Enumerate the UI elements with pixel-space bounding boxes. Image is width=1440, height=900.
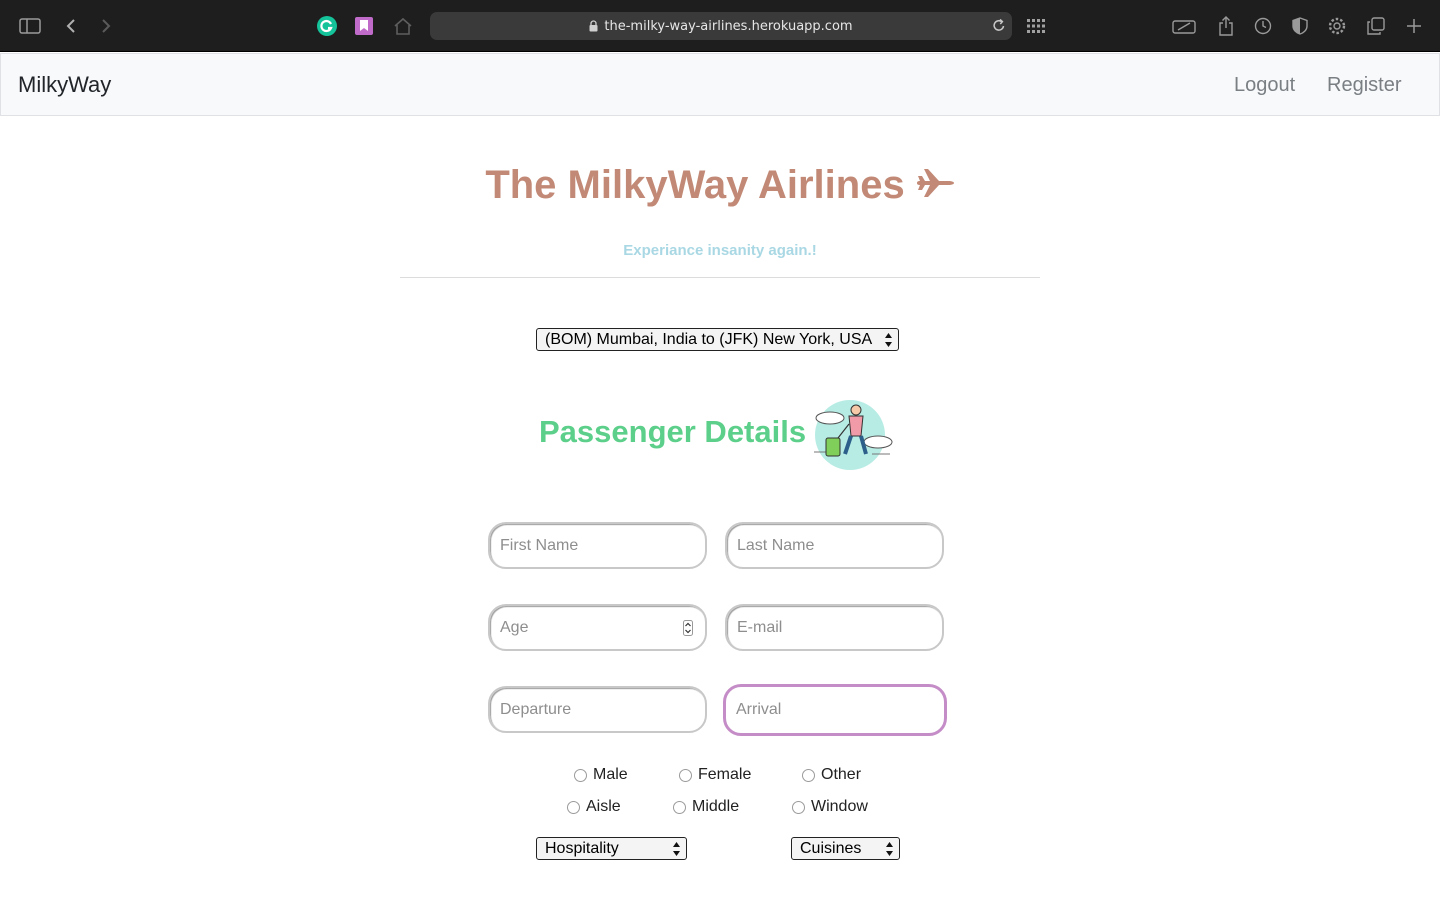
reload-icon[interactable]	[992, 18, 1006, 33]
first-name-input[interactable]: First Name	[488, 522, 707, 569]
register-link[interactable]: Register	[1327, 74, 1401, 97]
new-tab-icon[interactable]	[1402, 14, 1426, 38]
history-icon[interactable]	[1251, 14, 1275, 38]
gender-female-radio[interactable]: Female	[679, 766, 751, 784]
last-name-input[interactable]: Last Name	[725, 522, 944, 569]
lock-icon	[589, 20, 598, 32]
email-input[interactable]: E-mail	[725, 604, 944, 651]
site-navbar: MilkyWay Logout Register	[0, 53, 1440, 116]
arrival-input[interactable]: Arrival	[723, 684, 947, 736]
brand-logo[interactable]: MilkyWay	[18, 72, 111, 98]
passenger-details-heading: Passenger Details	[539, 414, 807, 449]
radio-circle	[673, 800, 686, 814]
radio-circle	[802, 768, 815, 782]
hospitality-select[interactable]: Hospitality	[536, 837, 687, 860]
address-bar[interactable]: the-milky-way-airlines.herokuapp.com	[430, 12, 1012, 40]
radio-circle	[679, 768, 692, 782]
age-placeholder: Age	[500, 618, 529, 636]
cuisines-select-value: Cuisines	[800, 839, 862, 857]
page-title-text: The MilkyWay Airlines	[485, 163, 905, 207]
radio-circle	[574, 768, 587, 782]
share-icon[interactable]	[1214, 14, 1238, 38]
seat-aisle-radio[interactable]: Aisle	[567, 798, 621, 816]
radio-circle	[792, 800, 805, 814]
select-arrows-icon	[885, 841, 894, 862]
departure-input[interactable]: Departure	[488, 686, 707, 733]
browser-toolbar: the-milky-way-airlines.herokuapp.com	[0, 0, 1440, 52]
radio-label: Female	[698, 766, 752, 783]
bookmark-extension-icon[interactable]	[352, 14, 376, 38]
settings-gear-icon[interactable]	[1325, 14, 1349, 38]
gender-male-radio[interactable]: Male	[574, 766, 628, 784]
gender-other-radio[interactable]: Other	[802, 766, 861, 784]
tagline: Experiance insanity again.!	[623, 242, 817, 259]
page-title: The MilkyWay Airlines	[0, 163, 1440, 210]
age-input[interactable]: Age	[488, 604, 707, 651]
grammarly-icon[interactable]	[315, 14, 339, 38]
shield-icon[interactable]	[1288, 14, 1312, 38]
route-select[interactable]: (BOM) Mumbai, India to (JFK) New York, U…	[536, 328, 899, 351]
radio-circle	[567, 800, 580, 814]
airplane-icon	[915, 165, 955, 210]
cuisines-select[interactable]: Cuisines	[791, 837, 900, 860]
radio-label: Middle	[692, 798, 740, 815]
forward-icon[interactable]	[94, 14, 118, 38]
divider	[400, 277, 1040, 278]
radio-label: Other	[821, 766, 862, 783]
radio-label: Male	[593, 766, 628, 783]
hospitality-select-value: Hospitality	[545, 839, 619, 857]
apps-grid-icon[interactable]	[1024, 14, 1048, 38]
radio-label: Aisle	[586, 798, 621, 815]
url-text: the-milky-way-airlines.herokuapp.com	[604, 18, 853, 34]
back-icon[interactable]	[59, 14, 83, 38]
traveler-illustration	[808, 396, 894, 479]
dashboard-icon[interactable]	[1172, 14, 1196, 38]
tabs-overview-icon[interactable]	[1364, 14, 1388, 38]
select-arrows-icon	[884, 332, 893, 353]
sidebar-toggle-icon[interactable]	[18, 14, 42, 38]
seat-window-radio[interactable]: Window	[792, 798, 868, 816]
radio-label: Window	[811, 798, 868, 815]
route-select-value: (BOM) Mumbai, India to (JFK) New York, U…	[545, 330, 873, 348]
select-arrows-icon	[672, 841, 681, 862]
seat-middle-radio[interactable]: Middle	[673, 798, 739, 816]
stepper-icon[interactable]	[683, 620, 693, 641]
logout-link[interactable]: Logout	[1234, 74, 1295, 97]
home-icon[interactable]	[391, 14, 415, 38]
